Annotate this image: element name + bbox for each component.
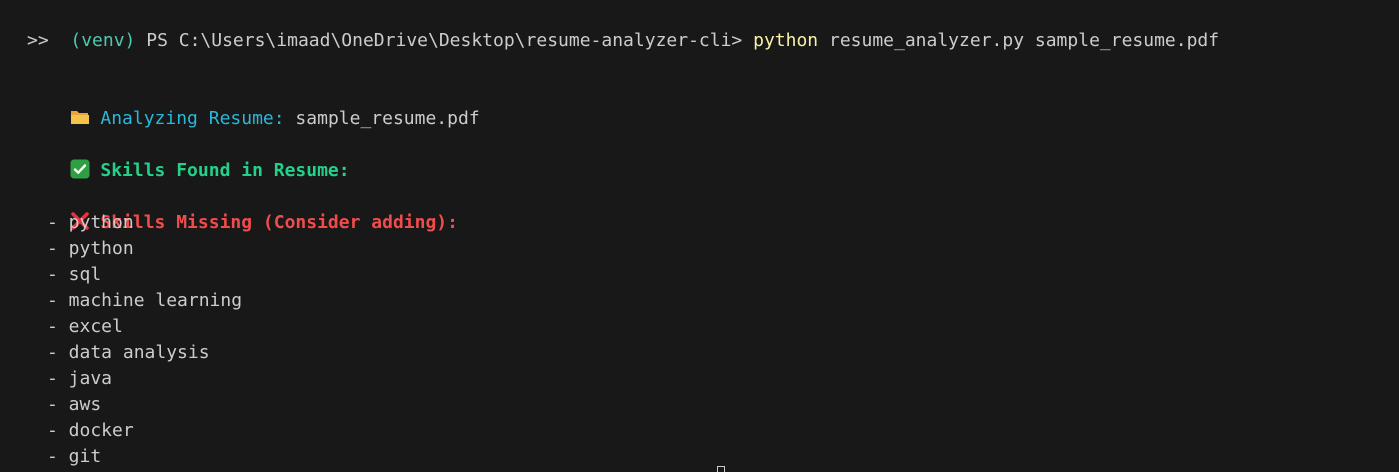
missing-skill-item: - data analysis — [47, 342, 210, 363]
command-args: resume_analyzer.py sample_resume.pdf — [818, 30, 1220, 51]
missing-skill-item: - java — [47, 368, 113, 389]
skills-missing-line: Skills Missing (Consider adding): — [27, 184, 458, 233]
missing-skill-item: - sql — [47, 264, 102, 285]
skills-found-line: Skills Found in Resume: — [27, 132, 350, 181]
command-line: (venv) PS C:\Users\imaad\OneDrive\Deskto… — [27, 2, 1219, 51]
missing-skill-item: - python — [47, 212, 134, 233]
analyzing-line: Analyzing Resume: sample_resume.pdf — [27, 80, 480, 129]
prompt-path: PS C:\Users\imaad\OneDrive\Desktop\resum… — [135, 30, 754, 51]
missing-skill-item: - machine learning — [47, 290, 243, 311]
analyzing-label: Analyzing Resume: — [100, 108, 285, 129]
missing-skill-item: - aws — [47, 394, 102, 415]
skills-missing-label: Skills Missing (Consider adding): — [100, 212, 458, 233]
skills-found-label: Skills Found in Resume: — [100, 160, 350, 181]
continuation-prompt: >> — [27, 30, 49, 51]
missing-skill-item: - git — [47, 446, 102, 467]
check-icon — [70, 159, 90, 179]
folder-icon — [70, 107, 90, 127]
text-cursor — [717, 466, 725, 472]
missing-skill-item: - docker — [47, 420, 134, 441]
missing-skill-item: - excel — [47, 316, 123, 337]
missing-skill-item: - python — [47, 238, 134, 259]
analyzing-file: sample_resume.pdf — [284, 108, 480, 129]
command-name: python — [753, 30, 819, 51]
terminal-window[interactable]: (venv) PS C:\Users\imaad\OneDrive\Deskto… — [0, 0, 1399, 472]
venv-label: (venv) — [70, 30, 136, 51]
